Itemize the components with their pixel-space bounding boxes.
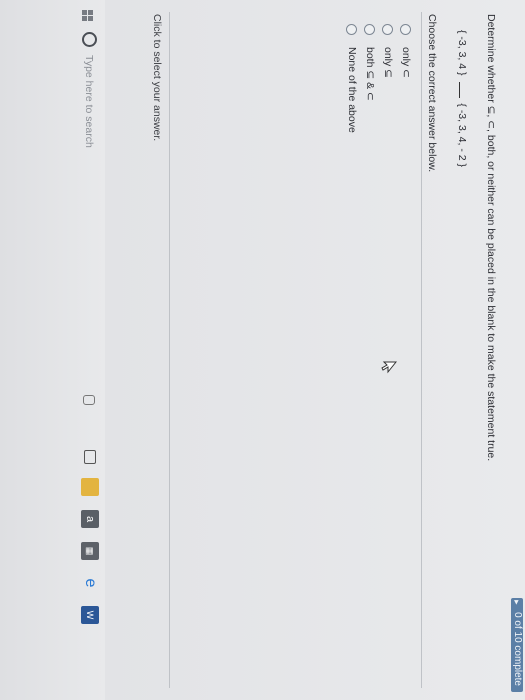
search-placeholder: Type here to search [83,55,96,148]
mouse-pointer-icon [381,361,397,374]
store-icon[interactable]: ▦ [81,542,99,560]
option-label: None of the above [346,47,358,133]
top-bar: ▸ 0 of 10 complete [509,0,525,700]
footer-hint: Click to select your answer. [151,14,163,142]
progress-button[interactable]: ▸ 0 of 10 complete [511,598,523,692]
set-statement: { -3, 3, 4 } { -3, 3, 4, - 2 } [456,30,468,169]
photo-frame: ▸ 0 of 10 complete Determine whether ⊆, … [0,0,525,700]
task-view-icon[interactable] [84,450,96,464]
option-none[interactable]: None of the above [343,24,361,133]
amazon-icon[interactable]: a [81,510,99,528]
radio-button[interactable] [400,24,412,35]
divider [421,12,422,688]
edge-icon[interactable]: e [81,574,99,592]
instruction-text: Choose the correct answer below. [426,14,438,173]
taskbar-search-box[interactable]: Type here to search [82,32,97,148]
option-label: only ⊂ [400,47,412,78]
option-only-subset[interactable]: only ⊆ [379,24,397,133]
question-prompt: Determine whether ⊆, ⊂, both, or neither… [485,14,497,462]
option-both[interactable]: both ⊆ & ⊂ [361,24,379,133]
cortana-icon [82,32,97,47]
chevron-icon: ▸ [512,600,522,605]
radio-button[interactable] [346,24,358,35]
radio-button[interactable] [364,24,376,35]
option-label: both ⊆ & ⊂ [364,47,376,101]
taskbar: Type here to search a ▦ e W [0,0,105,700]
windows-start-icon[interactable] [81,10,93,22]
answer-blank [459,82,460,99]
radio-button[interactable] [382,24,394,35]
microphone-icon[interactable] [83,395,95,405]
option-only-proper-subset[interactable]: only ⊂ [397,24,415,133]
question-page: ▸ 0 of 10 complete Determine whether ⊆, … [105,0,525,700]
file-explorer-icon[interactable] [81,478,99,496]
word-icon[interactable]: W [81,606,99,624]
progress-label: 0 of 10 complete [512,612,523,686]
right-set: { -3, 3, 4, - 2 } [456,103,468,168]
left-set: { -3, 3, 4 } [456,30,468,76]
rotated-screen: ▸ 0 of 10 complete Determine whether ⊆, … [0,0,525,700]
taskbar-apps: a ▦ e W [81,450,99,624]
answer-options: only ⊂ only ⊆ both ⊆ & ⊂ None of the abo… [343,24,415,133]
divider [169,12,170,688]
option-label: only ⊆ [382,47,394,78]
